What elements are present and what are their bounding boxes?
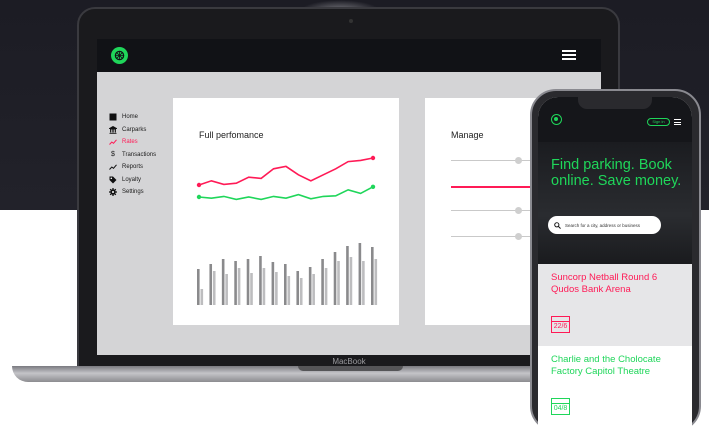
sidebar-item-label: Reports: [122, 164, 144, 171]
bar: [296, 271, 300, 305]
event-date: 22/6: [553, 323, 568, 330]
bar: [246, 259, 250, 305]
sidebar-item-settings[interactable]: Settings: [109, 186, 156, 199]
bar: [308, 267, 312, 305]
bar: [234, 261, 237, 305]
signin-button[interactable]: Sign in: [647, 118, 670, 126]
search-icon: [554, 221, 561, 229]
performance-card: Full perfomance: [173, 98, 399, 325]
bar: [262, 268, 266, 305]
bar: [321, 259, 324, 305]
line-point: [196, 182, 202, 188]
bar: [299, 278, 303, 305]
card-title: Manage: [451, 130, 484, 140]
bar: [371, 247, 374, 305]
bar: [349, 257, 353, 305]
sidebar-item-label: Home: [122, 114, 139, 121]
bar: [284, 264, 287, 305]
event-name: Suncorp Netball Round 6 Qudos Bank Arena: [551, 272, 658, 295]
bar: [200, 289, 204, 305]
slider-knob[interactable]: [515, 233, 522, 240]
line-series-1: [198, 186, 374, 201]
sidebar-item-label: Settings: [122, 189, 144, 196]
location-pin-icon[interactable]: [551, 114, 562, 125]
app-header: [97, 39, 601, 72]
dollar-icon: $: [111, 150, 115, 158]
event-date: 04/8: [553, 405, 568, 412]
bar: [212, 271, 216, 305]
sidebar-item-loyalty[interactable]: Loyalty: [109, 174, 156, 187]
calendar-icon: 04/8: [551, 398, 570, 415]
bar: [209, 264, 213, 305]
tag-icon: [109, 176, 117, 184]
calendar-icon: 22/6: [551, 316, 570, 333]
slider-knob[interactable]: [515, 157, 522, 164]
sidebar-nav: Home Carparks Rates $ Transactions Report…: [109, 111, 156, 199]
sidebar-item-label: Transactions: [122, 151, 157, 158]
trend-icon: [109, 163, 117, 171]
bar: [346, 246, 349, 305]
phone-screen: Sign in Find parking. Book online. Save …: [538, 97, 692, 432]
building-icon: [109, 125, 117, 134]
sidebar-item-label: Carparks: [122, 126, 147, 133]
line-point: [196, 194, 202, 200]
bar: [237, 268, 241, 305]
bar: [197, 269, 200, 305]
search-input[interactable]: Search for a city, address or business: [548, 216, 661, 234]
app-logo-icon[interactable]: [111, 47, 128, 64]
sidebar-item-reports[interactable]: Reports: [109, 161, 156, 174]
sidebar-item-carparks[interactable]: Carparks: [109, 124, 156, 137]
bar: [271, 262, 275, 305]
bar: [324, 268, 328, 305]
laptop-screen: Home Carparks Rates $ Transactions Report…: [97, 39, 601, 355]
bar: [275, 272, 278, 305]
bar: [358, 243, 362, 305]
menu-icon[interactable]: [562, 50, 576, 60]
camera: [349, 19, 353, 23]
trend-icon: [109, 138, 117, 146]
slider-knob[interactable]: [515, 207, 522, 214]
phone-notch: [578, 97, 652, 109]
line-point: [370, 184, 376, 189]
bar: [374, 259, 378, 305]
laptop-notch: [298, 366, 403, 371]
bar: [221, 259, 225, 305]
bar: [337, 261, 340, 305]
bar: [362, 261, 365, 305]
bar: [333, 252, 337, 305]
bar: [250, 273, 253, 305]
event-name: Charlie and the Cholocate Factory Capito…: [551, 354, 661, 377]
sidebar-item-rates[interactable]: Rates: [109, 136, 156, 149]
sidebar-item-label: Loyalty: [122, 176, 142, 183]
bar: [312, 274, 315, 305]
bar: [225, 274, 228, 305]
line-series-0: [198, 157, 374, 186]
sidebar-item-transactions[interactable]: $ Transactions: [109, 149, 156, 162]
gear-icon: [109, 188, 117, 197]
event-card[interactable]: Suncorp Netball Round 6 Qudos Bank Arena…: [538, 264, 692, 346]
menu-icon[interactable]: [674, 119, 681, 127]
bar: [259, 256, 262, 305]
sidebar-item-label: Rates: [122, 139, 138, 146]
line-point: [370, 155, 376, 161]
home-icon: [109, 113, 117, 121]
search-placeholder: Search for a city, address or business: [565, 222, 640, 228]
hero-headline: Find parking. Book online. Save money.: [551, 157, 682, 189]
performance-chart: [196, 155, 378, 305]
sidebar-item-home[interactable]: Home: [109, 111, 156, 124]
event-card[interactable]: Charlie and the Cholocate Factory Capito…: [538, 346, 692, 432]
bar: [287, 276, 291, 305]
phone-hero: Sign in Find parking. Book online. Save …: [538, 97, 692, 264]
